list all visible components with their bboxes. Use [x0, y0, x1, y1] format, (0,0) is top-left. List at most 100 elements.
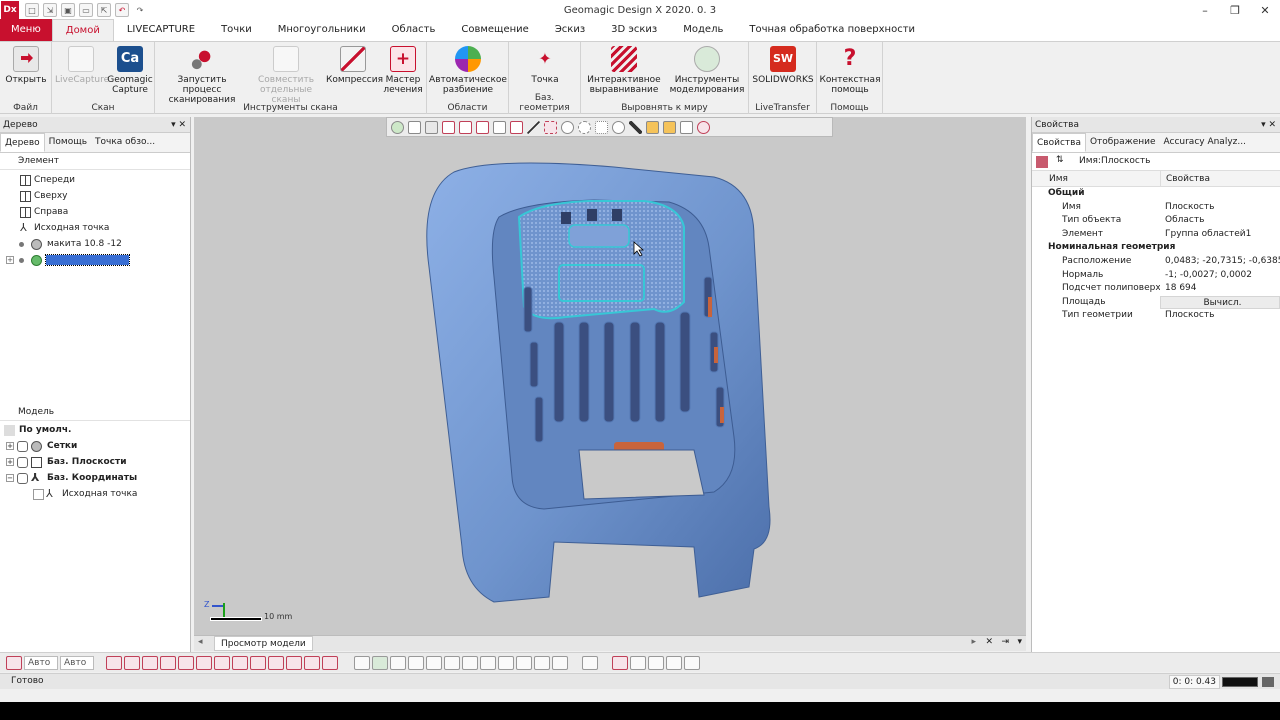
- tab-help[interactable]: Помощь: [45, 133, 91, 152]
- polygon-select-icon[interactable]: [578, 120, 591, 134]
- category-nominal-geometry[interactable]: Номинальная геометрия: [1032, 241, 1280, 255]
- compute-area-button[interactable]: Вычисл.: [1160, 295, 1280, 310]
- measure-icon[interactable]: [612, 655, 628, 670]
- prop-row[interactable]: Тип объекта Область: [1032, 214, 1280, 228]
- prop-row[interactable]: Расположение 0,0483; -20,7315; -0,6385: [1032, 255, 1280, 269]
- view-iso-icon[interactable]: [391, 120, 404, 134]
- select-edge-icon[interactable]: [178, 655, 194, 670]
- new-file-icon[interactable]: □: [25, 3, 39, 17]
- view-section-icon[interactable]: [493, 120, 506, 134]
- select-vertex-icon[interactable]: [160, 655, 176, 670]
- tree-item-mesh[interactable]: макита 10.8 -12: [0, 236, 190, 252]
- model-item-origin[interactable]: ⅄ Исходная точка: [0, 486, 190, 502]
- visibility-dot-icon[interactable]: [19, 242, 24, 247]
- prop-row[interactable]: Тип геометрии Плоскость: [1032, 309, 1280, 323]
- view-right-icon[interactable]: [476, 120, 489, 134]
- category-general[interactable]: Общий: [1032, 187, 1280, 201]
- render-mode-5-icon[interactable]: [426, 655, 442, 670]
- render-mode-4-icon[interactable]: [408, 655, 424, 670]
- environment-icon[interactable]: [666, 655, 682, 670]
- context-help-button[interactable]: ? Контекстная помощь: [819, 46, 881, 95]
- invert-select-icon[interactable]: [680, 120, 693, 134]
- tab-properties[interactable]: Свойства: [1032, 133, 1086, 152]
- eye-icon[interactable]: [17, 473, 28, 484]
- prop-row[interactable]: Элемент Группа областей1: [1032, 228, 1280, 242]
- tab-alignment[interactable]: Совмещение: [448, 19, 541, 41]
- import-icon[interactable]: ⇲: [43, 3, 57, 17]
- model-item-coordinates[interactable]: − ⅄ Баз. Координаты: [0, 470, 190, 486]
- model-item-default[interactable]: По умолч.: [0, 422, 190, 438]
- select-ref-icon[interactable]: [250, 655, 266, 670]
- run-scan-process-button[interactable]: Запустить процесс сканирования: [159, 46, 245, 105]
- point-button[interactable]: ✦ Точка: [519, 46, 571, 85]
- render-mode-2-icon[interactable]: [372, 655, 388, 670]
- render-mode-1-icon[interactable]: [354, 655, 370, 670]
- save-icon[interactable]: ▣: [61, 3, 75, 17]
- render-mode-9-icon[interactable]: [498, 655, 514, 670]
- tab-model-view[interactable]: Просмотр модели: [214, 636, 313, 651]
- smart-select-icon[interactable]: [663, 120, 676, 134]
- prop-row[interactable]: Подсчет полиповерх... 18 694: [1032, 282, 1280, 296]
- view-front-icon[interactable]: [442, 120, 455, 134]
- eye-icon[interactable]: [17, 457, 28, 468]
- tree-item-top[interactable]: Сверху: [0, 188, 190, 204]
- render-mode-6-icon[interactable]: [444, 655, 460, 670]
- export-icon[interactable]: ⇱: [97, 3, 111, 17]
- scroll-right-icon[interactable]: ▸: [971, 637, 976, 647]
- tab-display[interactable]: Отображение: [1086, 133, 1160, 152]
- select-region-icon[interactable]: [124, 655, 140, 670]
- paint-select-icon[interactable]: [629, 120, 642, 134]
- menu-button[interactable]: Меню: [0, 19, 52, 41]
- tab-home[interactable]: Домой: [51, 19, 114, 41]
- tree-item-region-group[interactable]: + Группа областей: [0, 252, 190, 268]
- expand-icon[interactable]: +: [6, 256, 14, 264]
- render-mode-7-icon[interactable]: [462, 655, 478, 670]
- scan-model-render[interactable]: [194, 117, 1026, 635]
- expand-icon[interactable]: +: [6, 442, 14, 450]
- modeling-tools-button[interactable]: Инструменты моделирования: [667, 46, 747, 95]
- line-select-icon[interactable]: [527, 120, 540, 134]
- combine-scans-button[interactable]: Совместить отдельные сканы: [248, 46, 324, 105]
- select-mesh-icon[interactable]: [106, 655, 122, 670]
- close-icon[interactable]: ✕: [1250, 0, 1280, 20]
- compress-button[interactable]: Компрессия: [326, 46, 383, 85]
- tab-accuracy-analyzer[interactable]: Accuracy Analyz...: [1160, 133, 1250, 152]
- circle-select-icon[interactable]: [561, 120, 574, 134]
- expand-icon[interactable]: +: [6, 458, 14, 466]
- select-face-icon[interactable]: [196, 655, 212, 670]
- select-plane-icon[interactable]: [268, 655, 284, 670]
- categorized-icon[interactable]: [1036, 156, 1048, 168]
- auto-segment-button[interactable]: Автоматическое разбиение: [429, 46, 507, 95]
- tree-item-origin[interactable]: ⅄ Исходная точка: [0, 220, 190, 236]
- tree-item-right[interactable]: Справа: [0, 204, 190, 220]
- open-folder-icon[interactable]: ▭: [79, 3, 93, 17]
- tab-polygons[interactable]: Многоугольники: [265, 19, 379, 41]
- healing-wizard-button[interactable]: + Мастер лечения: [381, 46, 425, 95]
- tab-model[interactable]: Модель: [670, 19, 736, 41]
- view-normal-icon[interactable]: [510, 120, 523, 134]
- deviation-icon[interactable]: [630, 655, 646, 670]
- app-logo-icon[interactable]: Dx: [1, 1, 19, 19]
- collapse-icon[interactable]: −: [6, 474, 14, 482]
- display-options-icon[interactable]: [582, 655, 598, 670]
- model-viewport[interactable]: Z 10 mm: [194, 117, 1026, 635]
- view-box-icon[interactable]: [425, 120, 438, 134]
- tab-region[interactable]: Область: [379, 19, 449, 41]
- tab-3d-sketch[interactable]: 3D эскиз: [598, 19, 670, 41]
- selection-mode-icon[interactable]: [6, 655, 22, 670]
- extend-select-icon[interactable]: [646, 120, 659, 134]
- curvature-icon[interactable]: [648, 655, 664, 670]
- visibility-dot-icon[interactable]: [19, 258, 24, 263]
- filter-combo-2[interactable]: Авто: [60, 655, 94, 670]
- view-top-icon[interactable]: [459, 120, 472, 134]
- prop-row[interactable]: Нормаль -1; -0,0027; 0,0002: [1032, 269, 1280, 283]
- tab-sketch[interactable]: Эскиз: [542, 19, 598, 41]
- select-vector-icon[interactable]: [286, 655, 302, 670]
- render-mode-3-icon[interactable]: [390, 655, 406, 670]
- lighting-icon[interactable]: [684, 655, 700, 670]
- select-body-icon[interactable]: [214, 655, 230, 670]
- select-all-icon[interactable]: [322, 655, 338, 670]
- select-sketch-icon[interactable]: [232, 655, 248, 670]
- restore-icon[interactable]: ❐: [1220, 0, 1250, 20]
- show-hide-icon[interactable]: [697, 120, 710, 134]
